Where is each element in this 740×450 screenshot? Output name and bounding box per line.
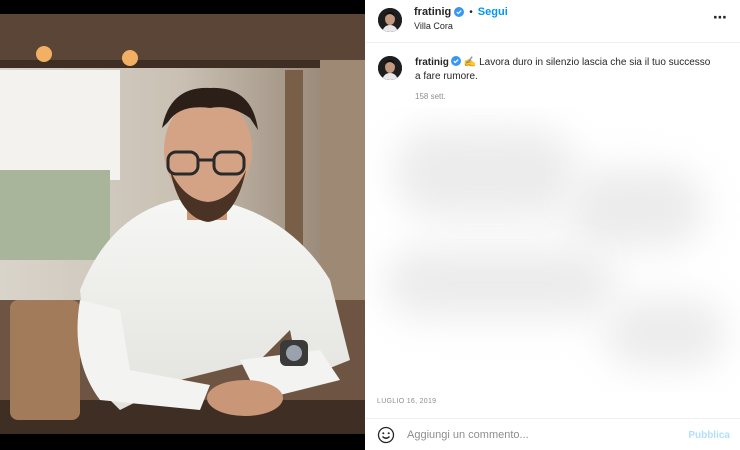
avatar-image (378, 56, 402, 80)
caption-avatar[interactable] (378, 56, 402, 80)
caption-username[interactable]: fratinig (415, 57, 449, 68)
avatar[interactable] (378, 8, 402, 32)
portrait-photo (0, 0, 365, 450)
avatar-image (378, 8, 402, 32)
post-photo[interactable] (0, 0, 365, 450)
verified-badge-icon (454, 7, 465, 17)
publish-button[interactable]: Pubblica (688, 430, 730, 441)
post-side-panel: fratinig • Segui Villa Cora ⋯ fratinig ✍️… (365, 0, 740, 450)
blurred-comments-area (365, 108, 740, 393)
post-date[interactable]: LUGLIO 16, 2019 (377, 398, 436, 405)
header-username[interactable]: fratinig (414, 6, 451, 18)
writing-hand-emoji: ✍️ (463, 57, 477, 68)
follow-button[interactable]: Segui (478, 6, 508, 18)
comment-bar: Pubblica (365, 418, 740, 450)
caption-timestamp[interactable]: 158 sett. (415, 92, 446, 101)
post-header: fratinig • Segui Villa Cora ⋯ (365, 0, 740, 43)
emoji-icon[interactable] (377, 426, 395, 444)
separator-dot: • (469, 6, 473, 18)
verified-badge-icon (450, 56, 461, 66)
more-options-icon[interactable]: ⋯ (713, 9, 728, 26)
location-link[interactable]: Villa Cora (414, 21, 453, 31)
comment-input[interactable] (407, 427, 667, 443)
